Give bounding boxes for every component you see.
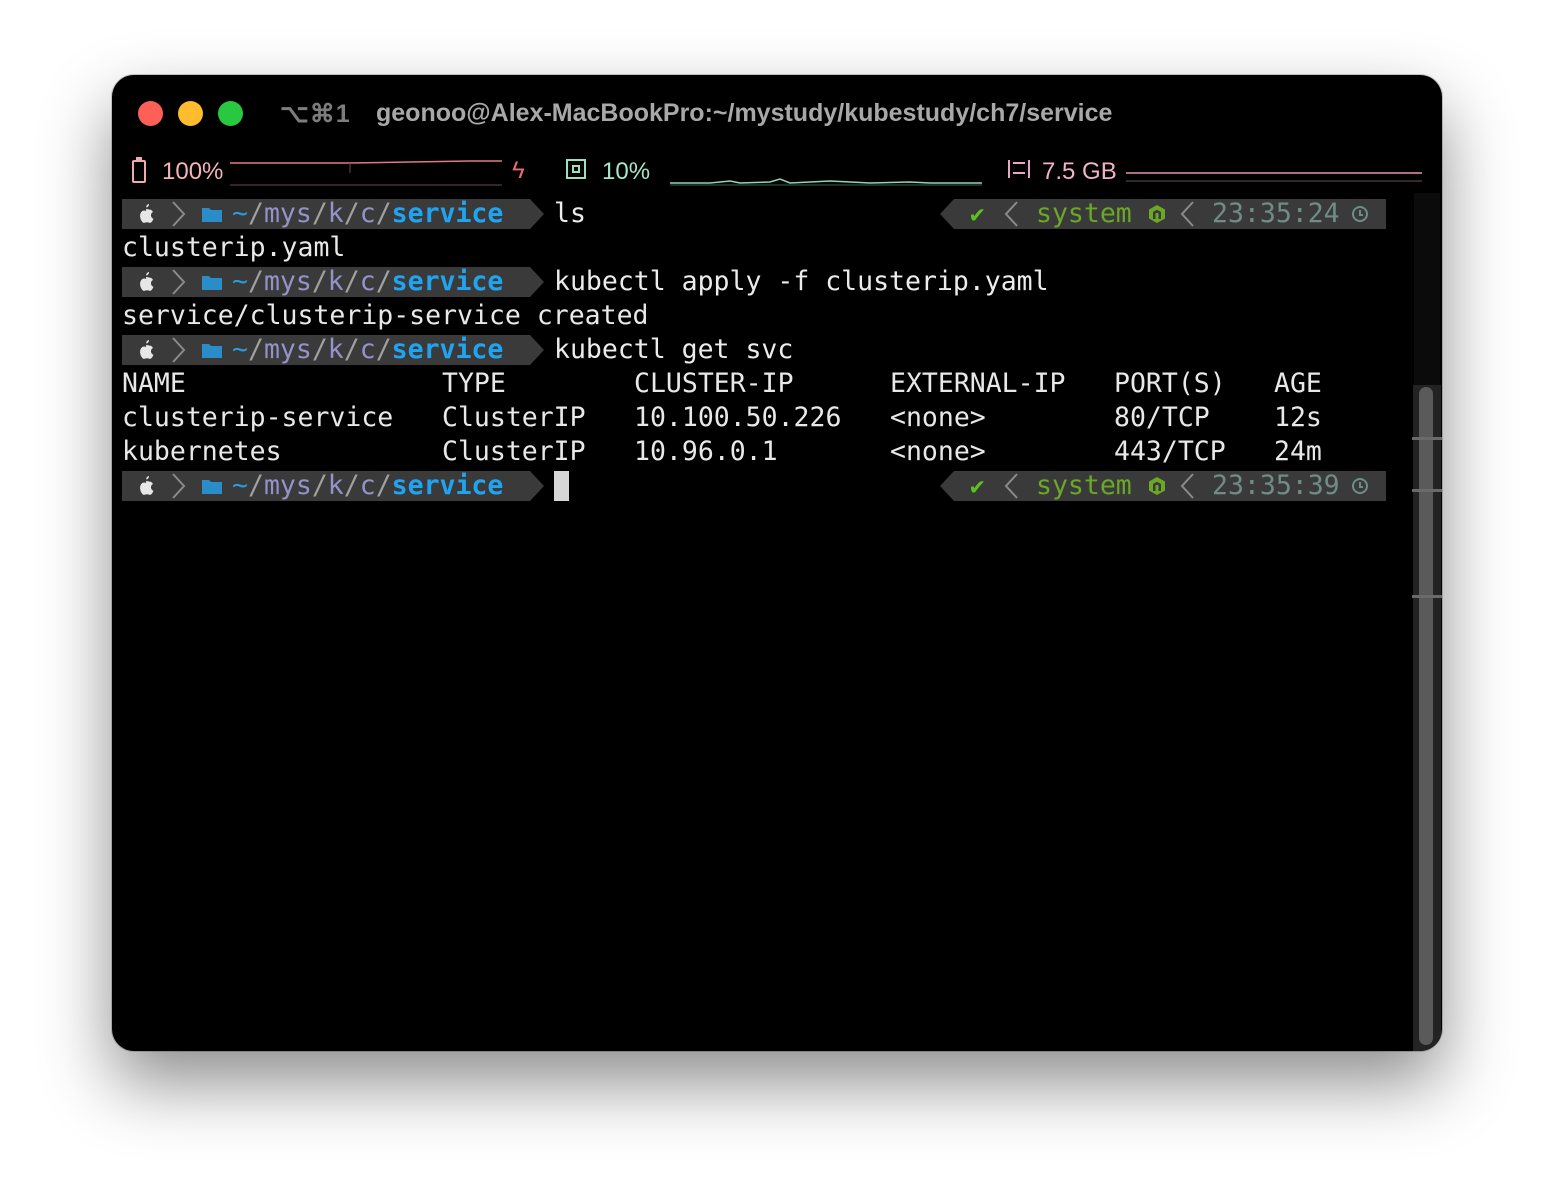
command-text: kubectl apply -f clusterip.yaml <box>554 266 1049 297</box>
right-prompt-arrow <box>940 199 954 229</box>
table-cell: <none> <box>890 402 986 433</box>
table-header: TYPE <box>442 368 506 399</box>
node-icon <box>1149 477 1165 495</box>
window-title: geonoo@Alex-MacBookPro:~/mystudy/kubestu… <box>376 99 1113 127</box>
table-header: CLUSTER-IP <box>634 368 794 399</box>
clock-icon <box>1352 478 1368 494</box>
chevron-right-icon <box>172 201 186 227</box>
memory-usage: 7.5 GB <box>1042 158 1117 185</box>
prompt-time: 23:35:24 <box>1212 198 1340 229</box>
right-prompt: ✔ system 23:35:24 <box>940 197 1386 231</box>
table-row: kubernetes ClusterIP 10.96.0.1 <none> 44… <box>122 435 1362 469</box>
prompt-arrow <box>530 199 544 229</box>
apple-icon <box>140 476 154 495</box>
table-header: AGE <box>1274 368 1322 399</box>
folder-icon <box>202 276 222 290</box>
scroll-mark <box>1412 595 1442 598</box>
output-line: service/clusterip-service created <box>122 300 649 331</box>
command-text: ls <box>554 198 586 229</box>
table-header: EXTERNAL-IP <box>890 368 1066 399</box>
text-cursor[interactable] <box>554 471 569 501</box>
battery-sparkline <box>230 160 502 186</box>
apple-icon <box>140 340 154 359</box>
prompt-line: ~/mys/k/c/service kubectl apply -f clust… <box>122 265 1222 299</box>
chevron-left-icon <box>1004 201 1018 227</box>
prompt-path: ~/mys/k/c/service <box>232 198 504 229</box>
chevron-right-icon <box>172 337 186 363</box>
chevron-right-icon <box>172 269 186 295</box>
prompt-line: ~/mys/k/c/service kubectl get svc <box>122 333 922 367</box>
prompt-arrow <box>530 471 544 501</box>
terminal-window: ⌥⌘1 geonoo@Alex-MacBookPro:~/mystudy/kub… <box>112 75 1442 1051</box>
table-cell: kubernetes <box>122 436 282 467</box>
prompt-arrow <box>530 335 544 365</box>
minimize-button[interactable] <box>178 101 203 126</box>
apple-icon <box>140 204 154 223</box>
tab-shortcut-label: ⌥⌘1 <box>280 100 351 128</box>
terminal-output[interactable]: ~/mys/k/c/service ls ✔ system 23:35:24 c… <box>122 197 1412 1037</box>
right-prompt-arrow <box>940 471 954 501</box>
table-cell: ClusterIP <box>442 436 586 467</box>
chevron-right-icon <box>172 473 186 499</box>
title-bar[interactable]: ⌥⌘1 geonoo@Alex-MacBookPro:~/mystudy/kub… <box>112 75 1442 153</box>
command-text: kubectl get svc <box>554 334 794 365</box>
table-cell: ClusterIP <box>442 402 586 433</box>
prompt-path: ~/mys/k/c/service <box>232 266 504 297</box>
memory-sparkline <box>1126 172 1422 182</box>
chevron-left-icon <box>1180 473 1194 499</box>
bolt-icon: ϟ <box>512 157 525 184</box>
folder-icon <box>202 344 222 358</box>
folder-icon <box>202 208 222 222</box>
zoom-button[interactable] <box>218 101 243 126</box>
battery-level: 100% <box>162 158 224 185</box>
apple-icon <box>140 272 154 291</box>
clock-icon <box>1352 206 1368 222</box>
cpu-icon <box>566 159 586 179</box>
prompt-path: ~/mys/k/c/service <box>232 334 504 365</box>
table-cell: clusterip-service <box>122 402 394 433</box>
check-icon: ✔ <box>970 200 985 228</box>
cpu-sparkline <box>670 178 982 186</box>
prompt-time: 23:35:39 <box>1212 470 1340 501</box>
context-name: system <box>1036 470 1132 501</box>
scrollbar-thumb[interactable] <box>1419 387 1433 1045</box>
right-prompt: ✔ system 23:35:39 <box>940 469 1386 503</box>
table-cell: 12s <box>1274 402 1322 433</box>
folder-icon <box>202 480 222 494</box>
table-header: NAME <box>122 368 186 399</box>
table-header-row: NAME TYPE CLUSTER-IP EXTERNAL-IP PORT(S)… <box>122 367 1362 401</box>
table-cell: 10.100.50.226 <box>634 402 842 433</box>
memory-icon <box>1008 160 1030 178</box>
scroll-mark <box>1412 489 1442 492</box>
table-row: clusterip-service ClusterIP 10.100.50.22… <box>122 401 1362 435</box>
node-icon <box>1149 205 1165 223</box>
output-line: clusterip.yaml <box>122 232 346 263</box>
scroll-mark <box>1412 437 1442 440</box>
prompt-path: ~/mys/k/c/service <box>232 470 504 501</box>
check-icon: ✔ <box>970 472 985 500</box>
prompt-line: ~/mys/k/c/service ls <box>122 197 586 231</box>
table-cell: 24m <box>1274 436 1322 467</box>
cpu-usage: 10% <box>602 158 651 185</box>
table-cell: 443/TCP <box>1114 436 1226 467</box>
status-bar: 100% ϟ 10% 7.5 GB <box>112 157 1442 187</box>
table-header: PORT(S) <box>1114 368 1226 399</box>
chevron-left-icon <box>1004 473 1018 499</box>
chevron-left-icon <box>1180 201 1194 227</box>
table-cell: 10.96.0.1 <box>634 436 778 467</box>
prompt-line[interactable]: ~/mys/k/c/service <box>122 469 582 503</box>
table-cell: <none> <box>890 436 986 467</box>
battery-icon <box>132 157 146 183</box>
table-cell: 80/TCP <box>1114 402 1210 433</box>
prompt-arrow <box>530 267 544 297</box>
context-name: system <box>1036 198 1132 229</box>
close-button[interactable] <box>138 101 163 126</box>
